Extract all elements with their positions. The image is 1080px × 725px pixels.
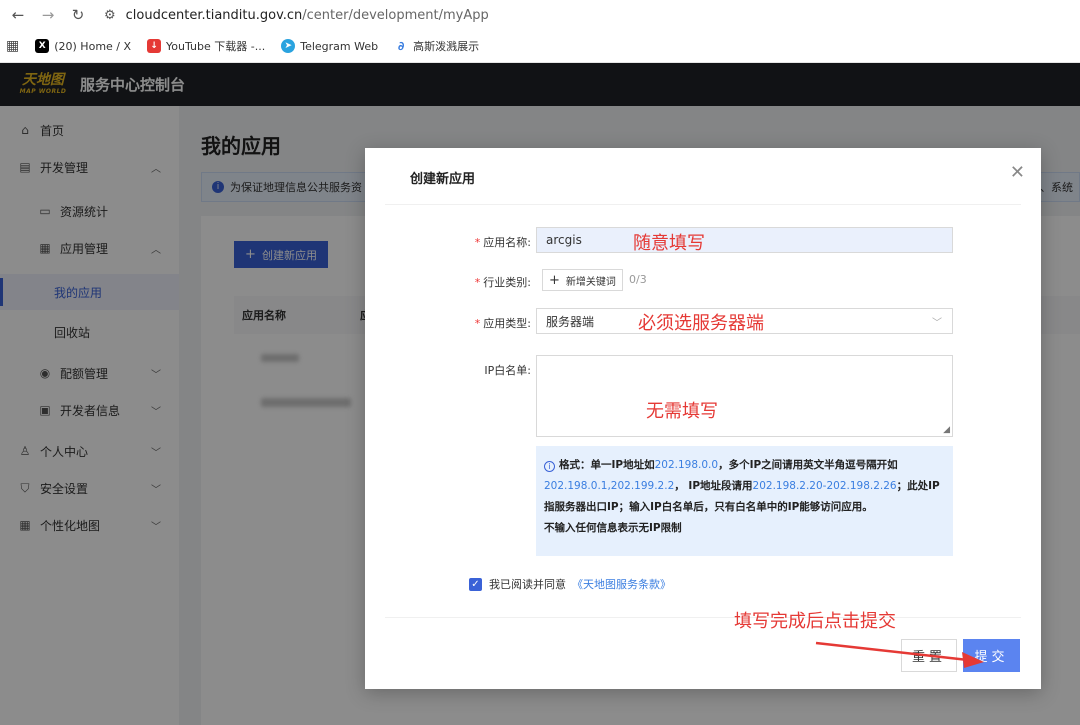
arrow-line [815, 641, 969, 662]
annotation-arrow [815, 641, 984, 668]
arrow-head [962, 652, 984, 668]
